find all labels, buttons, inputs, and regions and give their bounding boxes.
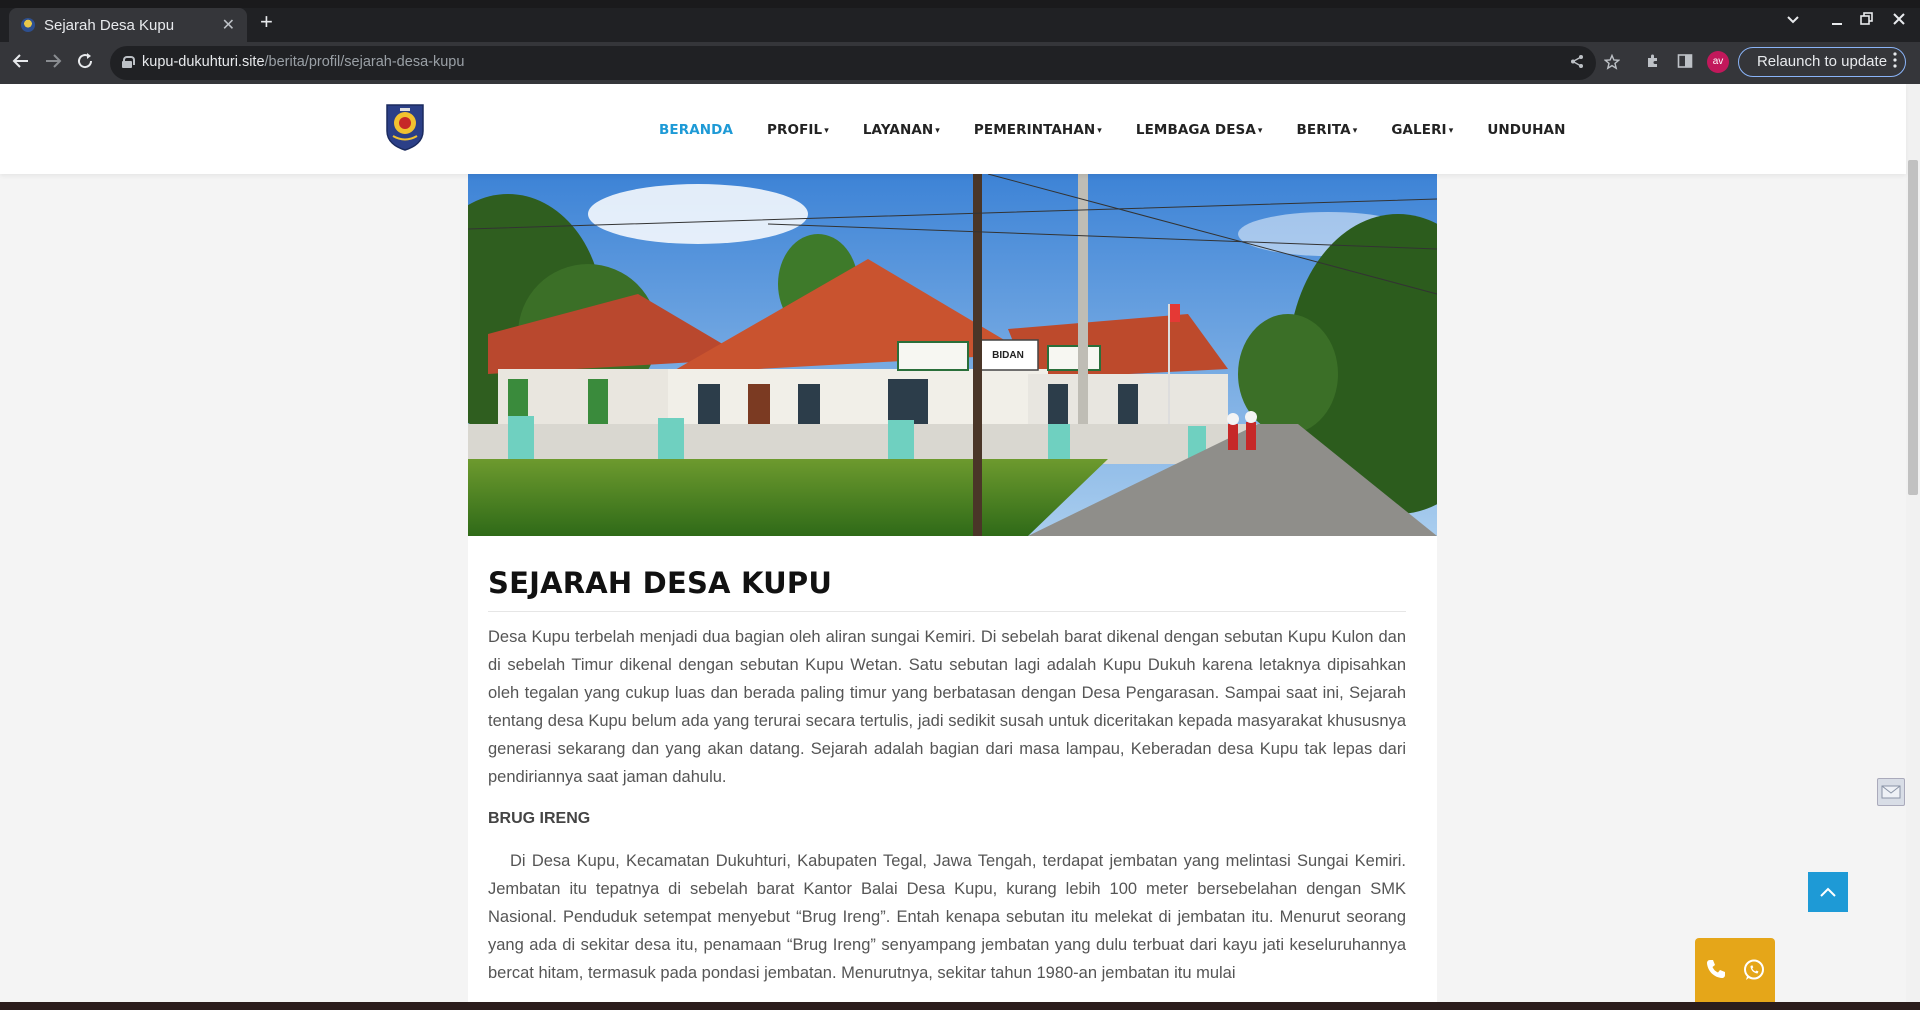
article-intro: Desa Kupu terbelah menjadi dua bagian ol…	[488, 628, 1406, 786]
chrome-menu-icon[interactable]	[1893, 52, 1897, 73]
caret-down-icon: ▾	[1448, 126, 1454, 136]
lock-icon[interactable]	[122, 56, 135, 68]
extensions-puzzle-icon[interactable]	[1645, 53, 1661, 74]
tab-close-icon[interactable]: ✕	[222, 15, 235, 35]
nav-item-pemerintahan[interactable]: PEMERINTAHAN ▾	[974, 122, 1102, 138]
caret-down-icon: ▾	[1097, 126, 1102, 136]
nav-item-label: PEMERINTAHAN	[973, 122, 1096, 138]
title-divider	[488, 611, 1406, 612]
profile-avatar[interactable]: av	[1707, 51, 1729, 73]
scroll-to-top-button[interactable]	[1808, 872, 1848, 912]
forward-arrow-icon[interactable]	[44, 52, 62, 74]
article-title: SEJARAH DESA KUPU	[488, 566, 833, 600]
site-favicon-icon	[21, 18, 35, 32]
url-text[interactable]: kupu-dukuhturi.site/berita/profil/sejara…	[142, 54, 464, 70]
village-logo-icon[interactable]	[385, 103, 425, 151]
share-icon[interactable]	[1570, 54, 1585, 73]
contact-widget	[1695, 938, 1775, 1002]
hero-sign-text: BIDAN	[992, 350, 1024, 361]
reload-icon[interactable]	[76, 52, 94, 74]
nav-item-label: LEMBAGA DESA	[1135, 122, 1256, 138]
tab-search-icon[interactable]	[1786, 12, 1800, 30]
mail-widget-icon[interactable]	[1877, 778, 1905, 806]
side-panel-icon[interactable]	[1677, 53, 1693, 74]
chevron-up-icon	[1820, 887, 1836, 897]
whatsapp-icon[interactable]	[1742, 958, 1766, 987]
caret-down-icon: ▾	[1352, 126, 1358, 136]
article-body: Di Desa Kupu, Kecamatan Dukuhturi, Kabup…	[488, 852, 1406, 982]
nav-item-unduhan[interactable]: UNDUHAN	[1487, 122, 1565, 138]
nav-item-galeri[interactable]: GALERI ▾	[1391, 122, 1453, 138]
browser-toolbar: kupu-dukuhturi.site/berita/profil/sejara…	[0, 42, 1920, 84]
phone-icon[interactable]	[1705, 958, 1727, 985]
nav-item-label: GALERI	[1391, 122, 1447, 138]
restore-icon[interactable]	[1860, 12, 1874, 30]
nav-item-berita[interactable]: BERITA ▾	[1297, 122, 1358, 138]
nav-item-layanan[interactable]: LAYANAN ▾	[863, 122, 940, 138]
browser-tabstrip: Sejarah Desa Kupu ✕ +	[0, 0, 1920, 42]
caret-down-icon: ▾	[1257, 126, 1263, 136]
section-heading-brug-ireng: BRUG IRENG	[488, 810, 591, 827]
nav-item-label: UNDUHAN	[1487, 122, 1566, 138]
close-window-icon[interactable]	[1892, 12, 1906, 30]
browser-tab[interactable]: Sejarah Desa Kupu ✕	[9, 8, 247, 42]
nav-item-profil[interactable]: PROFIL ▾	[767, 122, 829, 138]
minimize-icon[interactable]	[1830, 12, 1844, 30]
main-nav: BERANDA PROFIL ▾ LAYANAN ▾ PEMERINTAHAN ▾ LEMBA…	[659, 122, 1600, 138]
article-card: SEJARAH DESA KUPU Desa Kupu terbelah men…	[468, 536, 1437, 1002]
address-bar[interactable]: kupu-dukuhturi.site/berita/profil/sejara…	[110, 46, 1621, 80]
nav-item-label: BERANDA	[659, 122, 734, 138]
url-path: /berita/profil/sejarah-desa-kupu	[264, 54, 465, 70]
new-tab-button[interactable]: +	[260, 11, 273, 33]
site-header: BERANDA PROFIL ▾ LAYANAN ▾ PEMERINTAHAN ▾ LEMBA…	[0, 84, 1906, 174]
bookmark-star-icon[interactable]	[1603, 53, 1621, 74]
url-host: kupu-dukuhturi.site	[142, 54, 265, 70]
relaunch-button[interactable]: Relaunch to update	[1738, 47, 1906, 77]
nav-item-beranda[interactable]: BERANDA	[659, 122, 733, 138]
caret-down-icon: ▾	[824, 126, 829, 136]
nav-item-lembaga-desa[interactable]: LEMBAGA DESA ▾	[1136, 122, 1263, 138]
hero-image: BIDAN	[468, 174, 1437, 536]
taskbar-strip	[0, 1002, 1920, 1010]
nav-item-label: PROFIL	[767, 122, 823, 138]
page-viewport: BERANDA PROFIL ▾ LAYANAN ▾ PEMERINTAHAN ▾ LEMBA…	[0, 84, 1920, 1002]
caret-down-icon: ▾	[935, 126, 940, 136]
tab-title: Sejarah Desa Kupu	[44, 17, 175, 34]
back-arrow-icon[interactable]	[12, 52, 30, 74]
page-scrollbar-thumb[interactable]	[1908, 160, 1918, 495]
tabstrip-topline	[0, 0, 1920, 8]
nav-item-label: BERITA	[1296, 122, 1351, 138]
nav-item-label: LAYANAN	[862, 122, 934, 138]
